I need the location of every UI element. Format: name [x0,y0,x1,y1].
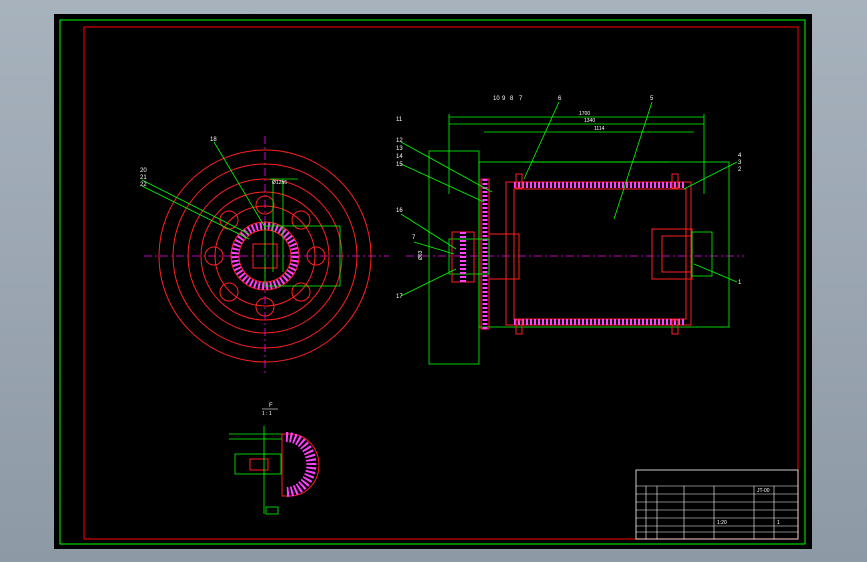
callout-9: 9 [502,96,506,102]
callout-16: 16 [396,208,403,214]
callout-3: 3 [738,160,742,166]
dim-1700: 1700 [579,111,590,117]
callout-11: 11 [396,117,403,123]
callout-14: 14 [396,154,403,160]
title-scale: 1:20 [717,520,727,526]
callout-17: 17 [396,294,403,300]
left-end-view: Ø12h6 18 20 21 22 [140,136,389,376]
callout-8: 8 [510,96,514,102]
title-block: 1:20 1 JT-00 [635,469,799,540]
callout-2: 2 [738,167,742,173]
section-scale: 1 : 1 [262,411,272,417]
callout-1: 1 [738,280,742,286]
callout-7b: 7 [412,235,416,241]
cad-viewport[interactable]: Ø12h6 18 20 21 22 1700 1340 1114 10 9 8 … [0,0,867,562]
callout-15: 15 [396,162,403,168]
outer-frame [59,19,806,545]
callout-12: 12 [396,138,403,144]
drawing-sheet[interactable]: Ø12h6 18 20 21 22 1700 1340 1114 10 9 8 … [54,14,812,549]
callout-10: 10 [493,96,500,102]
callout-6: 6 [558,96,562,102]
left-dim-label: Ø12h6 [272,180,287,186]
callout-21: 21 [140,175,147,181]
callout-18: 18 [210,137,217,143]
callout-22: 22 [140,182,147,188]
callout-7: 7 [519,96,523,102]
dim-1114: 1114 [594,126,605,132]
drawing-svg: Ø12h6 18 20 21 22 1700 1340 1114 10 9 8 … [59,19,806,545]
callout-13: 13 [396,146,403,152]
dim-phi63: Ø63 [418,250,424,260]
right-section-view: 1700 1340 1114 10 9 8 7 6 5 11 12 13 14 … [396,96,744,365]
dim-1340: 1340 [584,118,595,124]
title-sheet: 1 [777,520,780,526]
callout-20: 20 [140,168,147,174]
callout-5: 5 [650,96,654,102]
section-title: F [269,403,273,409]
section-detail-f: F 1 : 1 [229,403,320,515]
title-drawing-no: JT-00 [757,488,770,494]
callout-4: 4 [738,153,742,159]
